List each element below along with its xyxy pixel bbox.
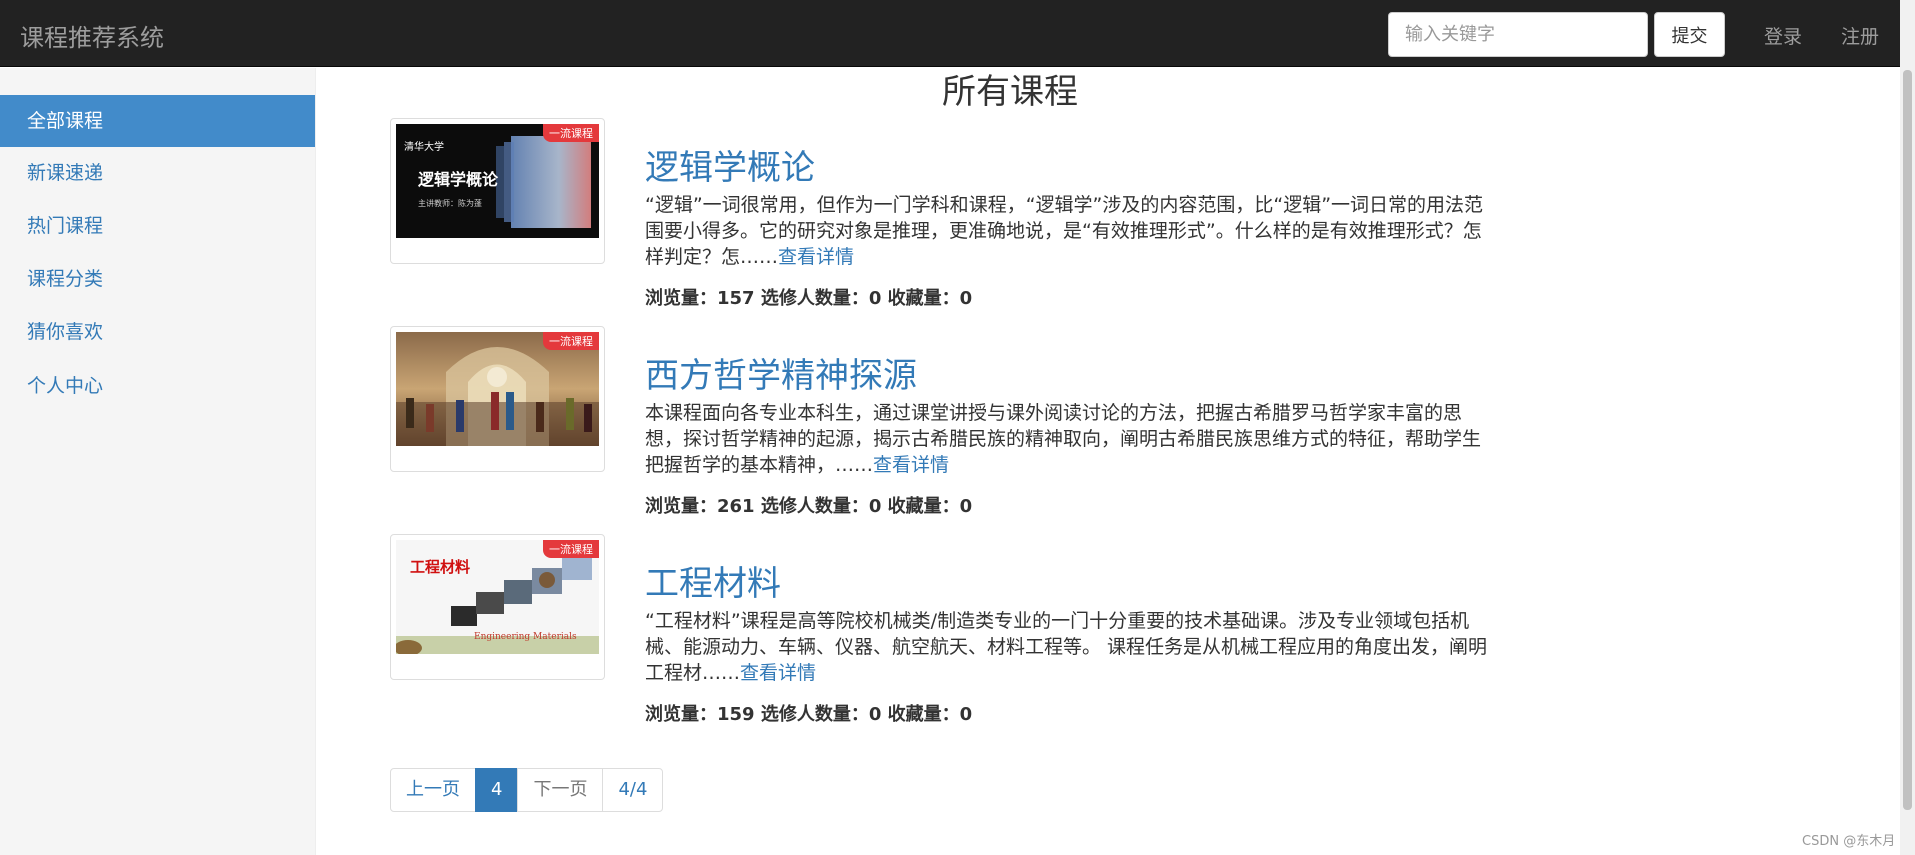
course-title-link[interactable]: 西方哲学精神探源 bbox=[645, 348, 917, 397]
submit-button[interactable]: 提交 bbox=[1654, 12, 1725, 57]
scrollbar-thumb[interactable] bbox=[1903, 70, 1912, 810]
page-scrollbar[interactable] bbox=[1900, 0, 1915, 855]
view-details-link[interactable]: 查看详情 bbox=[778, 246, 854, 268]
course-thumbnail[interactable]: 一流课程 bbox=[390, 326, 605, 472]
thumb-subtitle: Engineering Materials bbox=[474, 632, 577, 642]
current-page-button[interactable]: 4 bbox=[475, 768, 519, 812]
next-page-button[interactable]: 下一页 bbox=[517, 768, 604, 812]
first-class-badge: 一流课程 bbox=[543, 540, 599, 558]
thumb-title: 逻辑学概论 bbox=[418, 170, 499, 189]
sidebar-item-all-courses[interactable]: 全部课程 bbox=[0, 95, 315, 147]
course-stats: 浏览量：159 选修人数量：0 收藏量：0 bbox=[645, 704, 973, 725]
view-details-link[interactable]: 查看详情 bbox=[740, 662, 816, 684]
sidebar-item-new-courses[interactable]: 新课速递 bbox=[0, 147, 315, 199]
course-thumbnail[interactable]: 清华大学 逻辑学概论 主讲教师：陈为蓬 一流课程 bbox=[390, 118, 605, 264]
course-description-text: “逻辑”一词很常用，但作为一门学科和课程，“逻辑学”涉及的内容范围，比“逻辑”一… bbox=[645, 194, 1484, 268]
prev-page-button[interactable]: 上一页 bbox=[390, 768, 476, 812]
course-description: “工程材料”课程是高等院校机械类/制造类专业的一门十分重要的技术基础课。涉及专业… bbox=[645, 608, 1495, 686]
thumb-subtitle: 主讲教师：陈为蓬 bbox=[418, 199, 482, 208]
thumb-logo: 清华大学 bbox=[404, 142, 444, 153]
course-stats: 浏览量：157 选修人数量：0 收藏量：0 bbox=[645, 288, 973, 309]
search-input[interactable] bbox=[1388, 12, 1648, 57]
course-description: “逻辑”一词很常用，但作为一门学科和课程，“逻辑学”涉及的内容范围，比“逻辑”一… bbox=[645, 192, 1495, 270]
register-link[interactable]: 注册 bbox=[1841, 22, 1879, 49]
sidebar-item-recommend[interactable]: 猜你喜欢 bbox=[0, 306, 315, 358]
login-link[interactable]: 登录 bbox=[1764, 22, 1802, 49]
brand-title[interactable]: 课程推荐系统 bbox=[20, 18, 164, 53]
pagination: 上一页 4 下一页 4/4 bbox=[390, 768, 664, 812]
course-title-link[interactable]: 逻辑学概论 bbox=[645, 140, 815, 189]
view-details-link[interactable]: 查看详情 bbox=[873, 454, 949, 476]
course-item: 工程材料 Engineering Materials 一流课程 工程材料 “工程… bbox=[390, 534, 1490, 734]
sidebar-item-profile[interactable]: 个人中心 bbox=[0, 360, 315, 412]
sidebar-item-categories[interactable]: 课程分类 bbox=[0, 253, 315, 305]
sidebar-item-hot-courses[interactable]: 热门课程 bbox=[0, 200, 315, 252]
course-item: 一流课程 西方哲学精神探源 本课程面向各专业本科生，通过课堂讲授与课外阅读讨论的… bbox=[390, 326, 1490, 526]
top-navbar: 课程推荐系统 提交 登录 注册 bbox=[0, 0, 1900, 67]
watermark: CSDN @东木月 bbox=[1802, 834, 1896, 849]
course-title-link[interactable]: 工程材料 bbox=[645, 556, 781, 605]
course-description: 本课程面向各专业本科生，通过课堂讲授与课外阅读讨论的方法，把握古希腊罗马哲学家丰… bbox=[645, 400, 1495, 478]
page-info: 4/4 bbox=[602, 768, 664, 812]
course-description-text: 本课程面向各专业本科生，通过课堂讲授与课外阅读讨论的方法，把握古希腊罗马哲学家丰… bbox=[645, 402, 1482, 476]
course-thumbnail[interactable]: 工程材料 Engineering Materials 一流课程 bbox=[390, 534, 605, 680]
first-class-badge: 一流课程 bbox=[543, 124, 599, 142]
first-class-badge: 一流课程 bbox=[543, 332, 599, 350]
sidebar: 全部课程 新课速递 热门课程 课程分类 猜你喜欢 个人中心 bbox=[0, 68, 316, 855]
course-stats: 浏览量：261 选修人数量：0 收藏量：0 bbox=[645, 496, 973, 517]
page-title: 所有课程 bbox=[942, 72, 1078, 112]
thumb-title: 工程材料 bbox=[410, 558, 471, 576]
course-item: 清华大学 逻辑学概论 主讲教师：陈为蓬 一流课程 逻辑学概论 “逻辑”一词很常用… bbox=[390, 118, 1490, 318]
